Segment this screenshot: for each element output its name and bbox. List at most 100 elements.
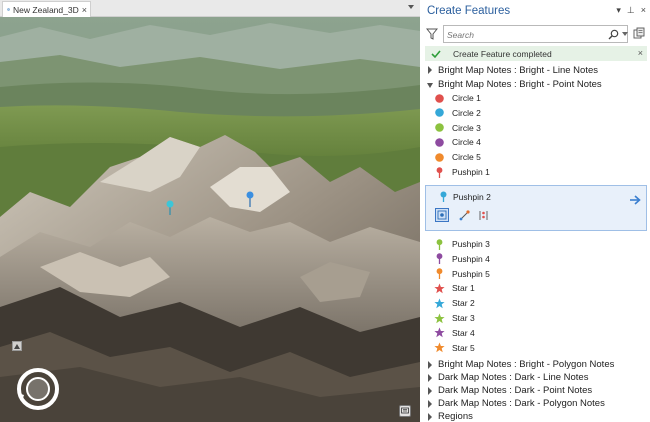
circle-icon bbox=[435, 152, 444, 162]
map-pushpin-marker-1 bbox=[166, 200, 174, 208]
navigator-toggle-button[interactable] bbox=[12, 341, 22, 351]
template-item-label: Star 5 bbox=[452, 342, 475, 353]
template-item[interactable]: Star 4 bbox=[434, 326, 475, 340]
template-item[interactable]: Star 2 bbox=[434, 296, 475, 310]
template-item-label: Pushpin 5 bbox=[452, 268, 490, 279]
map-tab-bar: New Zealand_3D × bbox=[0, 0, 420, 17]
search-row bbox=[421, 24, 650, 44]
search-box bbox=[443, 25, 628, 43]
template-group-label: Dark Map Notes : Dark - Line Notes bbox=[438, 372, 589, 383]
template-item-label: Circle 5 bbox=[452, 152, 481, 163]
pushpin-icon bbox=[436, 166, 443, 178]
tab-menu-dropdown-icon[interactable] bbox=[407, 3, 415, 11]
create-features-pane: Create Features ▾ ⊥ × Search Create Feat… bbox=[421, 0, 650, 422]
points-along-line-tool-button[interactable] bbox=[476, 208, 490, 222]
template-group-header[interactable]: Bright Map Notes : Bright - Line Notes bbox=[427, 63, 598, 77]
template-item[interactable]: Circle 5 bbox=[434, 150, 481, 164]
template-group-label: Bright Map Notes : Bright - Line Notes bbox=[438, 64, 598, 76]
point-tool-button[interactable] bbox=[435, 208, 449, 222]
close-tab-icon[interactable]: × bbox=[82, 5, 87, 15]
pin-icon[interactable]: ⊥ bbox=[627, 5, 635, 15]
template-item[interactable]: Circle 4 bbox=[434, 135, 481, 149]
template-item-label: Pushpin 4 bbox=[452, 253, 490, 264]
map-view[interactable]: New Zealand_3D × bbox=[0, 0, 420, 422]
template-item-label: Star 3 bbox=[452, 313, 475, 323]
manage-templates-icon[interactable] bbox=[633, 27, 646, 40]
template-group-label: Regions bbox=[438, 411, 473, 422]
pane-title: Create Features bbox=[427, 5, 511, 17]
map-document-tab[interactable]: New Zealand_3D × bbox=[2, 1, 91, 17]
template-item[interactable]: Circle 3 bbox=[434, 121, 481, 135]
template-group-label: Dark Map Notes : Dark - Polygon Notes bbox=[438, 398, 605, 409]
template-group-label: Dark Map Notes : Dark - Point Notes bbox=[438, 385, 593, 396]
line-tool-icon bbox=[459, 209, 470, 220]
star-icon bbox=[434, 298, 445, 308]
template-item[interactable]: Pushpin 4 bbox=[434, 252, 490, 266]
line-tool-button[interactable] bbox=[457, 208, 471, 222]
chevron-up-icon bbox=[14, 343, 20, 349]
navigator-control-icon[interactable] bbox=[14, 365, 62, 413]
template-item[interactable]: Circle 2 bbox=[434, 106, 481, 120]
search-input[interactable] bbox=[447, 28, 597, 41]
circle-icon bbox=[435, 138, 444, 147]
filter-icon[interactable] bbox=[426, 28, 438, 40]
checkmark-icon bbox=[431, 49, 441, 58]
pushpin-icon bbox=[436, 253, 443, 265]
template-item[interactable]: Star 5 bbox=[434, 341, 475, 355]
template-item[interactable]: Circle 1 bbox=[434, 91, 481, 105]
template-item-label: Pushpin 1 bbox=[452, 167, 490, 177]
star-icon bbox=[434, 313, 445, 323]
template-item[interactable]: Pushpin 1 bbox=[434, 165, 490, 179]
status-message: Create Feature completed × bbox=[425, 46, 647, 61]
template-item-label: Circle 4 bbox=[452, 137, 481, 148]
template-item-label: Star 2 bbox=[452, 298, 475, 309]
terrain-rendering bbox=[0, 17, 420, 422]
chevron-right-icon bbox=[428, 412, 432, 421]
template-item[interactable]: Star 1 bbox=[434, 281, 475, 295]
pane-controls: ▾ ⊥ × bbox=[616, 5, 646, 15]
search-options-dropdown-icon[interactable] bbox=[622, 31, 628, 37]
template-group-header[interactable]: Dark Map Notes : Dark - Line Notes bbox=[427, 371, 588, 385]
map-tab-title: New Zealand_3D bbox=[13, 4, 79, 15]
selected-template-panel[interactable]: Pushpin 2 bbox=[425, 185, 647, 231]
template-item-label: Circle 1 bbox=[452, 93, 481, 103]
template-group-label: Bright Map Notes : Bright - Point Notes bbox=[438, 79, 602, 90]
star-icon bbox=[434, 327, 445, 338]
pushpin-icon bbox=[440, 191, 447, 202]
circle-icon bbox=[435, 93, 444, 103]
circle-icon bbox=[435, 108, 444, 118]
template-item-label: Circle 2 bbox=[452, 107, 481, 118]
template-group-header[interactable]: Bright Map Notes : Bright - Point Notes bbox=[427, 78, 602, 92]
point-tool-icon bbox=[437, 210, 447, 220]
circle-icon bbox=[435, 123, 444, 132]
pushpin-icon bbox=[436, 238, 443, 250]
chevron-right-icon bbox=[428, 66, 432, 74]
close-pane-icon[interactable]: × bbox=[641, 5, 646, 15]
pushpin-icon bbox=[436, 268, 443, 280]
map-info-icon[interactable] bbox=[399, 405, 411, 417]
template-item-label: Pushpin 3 bbox=[452, 239, 490, 249]
status-text: Create Feature completed bbox=[453, 48, 552, 59]
template-group-header[interactable]: Dark Map Notes : Dark - Point Notes bbox=[427, 384, 592, 398]
search-icon[interactable] bbox=[608, 29, 619, 40]
template-item[interactable]: Pushpin 5 bbox=[434, 267, 490, 281]
globe-icon bbox=[7, 8, 10, 11]
chevron-right-icon bbox=[428, 360, 432, 369]
template-item-label: Star 1 bbox=[452, 283, 475, 294]
chevron-right-icon bbox=[428, 373, 432, 382]
chevron-right-icon bbox=[428, 386, 432, 395]
template-item[interactable]: Pushpin 3 bbox=[434, 237, 490, 251]
comment-icon bbox=[401, 407, 409, 414]
pane-menu-icon[interactable]: ▾ bbox=[616, 5, 621, 15]
arrow-right-icon[interactable] bbox=[629, 194, 641, 206]
template-group-label: Bright Map Notes : Bright - Polygon Note… bbox=[438, 359, 615, 370]
selected-template-label: Pushpin 2 bbox=[453, 192, 491, 202]
3d-scene-canvas[interactable] bbox=[0, 17, 420, 422]
star-icon bbox=[434, 283, 445, 294]
template-group-header[interactable]: Dark Map Notes : Dark - Polygon Notes bbox=[427, 397, 605, 411]
template-group-header[interactable]: Bright Map Notes : Bright - Polygon Note… bbox=[427, 358, 614, 372]
template-group-header[interactable]: Regions bbox=[427, 410, 473, 422]
close-status-icon[interactable]: × bbox=[638, 48, 643, 58]
pane-header: Create Features ▾ ⊥ × bbox=[421, 0, 650, 22]
template-item[interactable]: Star 3 bbox=[434, 311, 475, 325]
